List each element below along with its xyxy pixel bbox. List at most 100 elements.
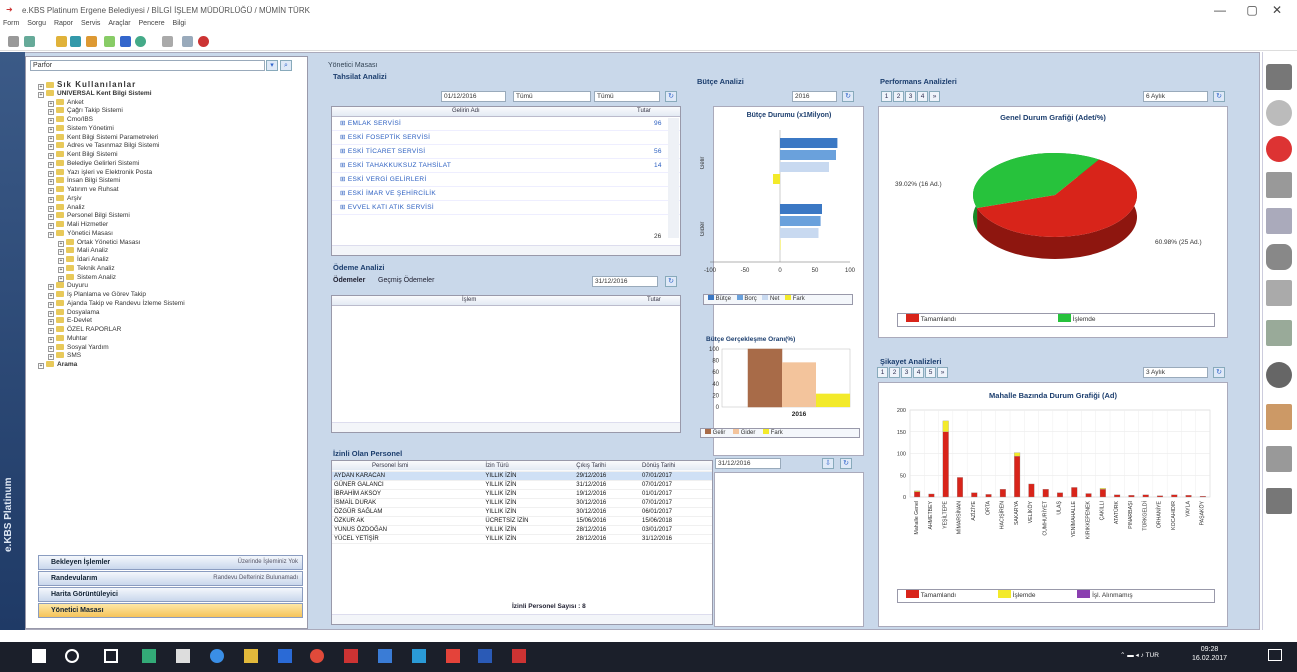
- complaint-period-select[interactable]: 3 Aylık: [1143, 367, 1208, 378]
- outlook-icon[interactable]: [278, 649, 292, 663]
- tree-item[interactable]: + Yatırım ve Ruhsat: [38, 185, 308, 194]
- clock[interactable]: 09:28 16.02.2017: [1192, 645, 1227, 663]
- document-icon[interactable]: [1266, 208, 1292, 234]
- tab-past-payments[interactable]: Geçmiş Ödemeler: [378, 277, 434, 284]
- toolbar-icon[interactable]: [162, 36, 173, 47]
- table-row[interactable]: ÖZKUR AK ÜCRETSİZ İZİN 15/06/2016 15/06/201…: [332, 516, 712, 526]
- word-icon[interactable]: [478, 649, 492, 663]
- explorer-icon[interactable]: [244, 649, 258, 663]
- tree-item[interactable]: + Dosyalama: [38, 308, 308, 317]
- tree-item[interactable]: + Arama: [38, 360, 308, 369]
- tree-item[interactable]: + Sistem Analiz: [38, 273, 308, 282]
- tree-item[interactable]: + Ajanda Takip ve Randevu İzleme Sistemi: [38, 299, 308, 308]
- tree-item[interactable]: + Mali Analiz: [38, 246, 308, 256]
- horizontal-scrollbar[interactable]: [332, 245, 680, 255]
- tree-item[interactable]: + Çağrı Takip Sistemi: [38, 106, 308, 116]
- stop-icon[interactable]: [198, 36, 209, 47]
- grid-row[interactable]: ⊞ ESKİ TAHAKKUKSUZ TAHSİLAT 14: [332, 159, 680, 173]
- tree-item[interactable]: + Yazı işleri ve Elektronik Posta: [38, 168, 308, 177]
- globe-icon[interactable]: [135, 36, 146, 47]
- page-button[interactable]: 5: [925, 367, 936, 378]
- page-button[interactable]: 4: [917, 91, 928, 102]
- collection-type-select[interactable]: Tümü: [594, 91, 660, 102]
- refresh-icon[interactable]: ↻: [842, 91, 854, 102]
- minimize-button[interactable]: —: [1205, 2, 1235, 18]
- user-icon[interactable]: [1266, 488, 1292, 514]
- calendar-panel[interactable]: [714, 472, 864, 627]
- shopping-bag-icon[interactable]: [176, 649, 190, 663]
- toolbar-icon[interactable]: [24, 36, 35, 47]
- page-button[interactable]: 3: [901, 367, 912, 378]
- page-button[interactable]: 3: [905, 91, 916, 102]
- tree-item[interactable]: + UNIVERSAL Kent Bilgi Sistemi: [38, 89, 308, 98]
- notification-icon[interactable]: [1268, 649, 1282, 661]
- grid-row[interactable]: ⊞ ESKİ VERGİ GELİRLERİ: [332, 173, 680, 187]
- page-next-button[interactable]: »: [929, 91, 940, 102]
- accordion-map-viewer[interactable]: Harita Görüntüleyici: [38, 587, 303, 602]
- menu-sorgu[interactable]: Sorgu: [27, 20, 46, 27]
- people-icon[interactable]: [1266, 244, 1292, 270]
- tree-item[interactable]: + Teknik Analiz: [38, 264, 308, 273]
- refresh-icon[interactable]: ↻: [1213, 367, 1225, 378]
- tree-item[interactable]: + Belediye Gelirleri Sistemi: [38, 159, 308, 168]
- tree-item[interactable]: + Arşiv: [38, 194, 308, 203]
- refresh-icon[interactable]: ↻: [1213, 91, 1225, 102]
- collection-date-picker[interactable]: 01/12/2016: [441, 91, 506, 102]
- keyboard-icon[interactable]: [1266, 172, 1292, 198]
- refresh-icon[interactable]: ↻: [665, 91, 677, 102]
- app-icon[interactable]: [344, 649, 358, 663]
- gear-icon[interactable]: [1266, 362, 1292, 388]
- grid-row[interactable]: ⊞ ESKİ FOSEPTİK SERVİSİ: [332, 131, 680, 145]
- toolbar-icon[interactable]: [104, 36, 115, 47]
- toolbar-icon[interactable]: [8, 36, 19, 47]
- page-button[interactable]: 1: [877, 367, 888, 378]
- expand-icon[interactable]: ⊞: [340, 162, 348, 169]
- app-icon[interactable]: [446, 649, 460, 663]
- grid-row[interactable]: ⊞ EMLAK SERVİSİ 96: [332, 117, 680, 131]
- tree-item[interactable]: + Sistem Yönetimi: [38, 124, 308, 133]
- filter-dropdown-button[interactable]: ▾: [266, 60, 278, 71]
- accordion-executive-desk[interactable]: Yönetici Masası: [38, 603, 303, 618]
- budget-year-select[interactable]: 2016: [792, 91, 837, 102]
- page-button[interactable]: 2: [889, 367, 900, 378]
- tree-item[interactable]: + Yönetici Masası: [38, 229, 308, 238]
- refresh-icon[interactable]: ↻: [840, 458, 852, 469]
- page-button[interactable]: 4: [913, 367, 924, 378]
- tree-item[interactable]: + Kent Bilgi Sistemi: [38, 150, 308, 159]
- vertical-scrollbar[interactable]: [668, 118, 679, 238]
- folder-icon[interactable]: [56, 36, 67, 47]
- tree-item[interactable]: + İdari Analiz: [38, 255, 308, 264]
- windows-start-icon[interactable]: [32, 649, 46, 663]
- menu-bilgi[interactable]: Bilgi: [173, 20, 186, 27]
- tree-item[interactable]: + Sosyal Yardım: [38, 343, 308, 352]
- expand-icon[interactable]: ⊞: [340, 176, 348, 183]
- tab-payments[interactable]: Ödemeler: [333, 277, 365, 284]
- chart-icon[interactable]: [1266, 320, 1292, 346]
- table-row[interactable]: ÖZGÜR SAĞLAM YILLIK İZİN 30/12/2016 06/01/2…: [332, 507, 712, 517]
- payment-date-picker[interactable]: 31/12/2016: [592, 276, 658, 287]
- globe-icon[interactable]: [1266, 136, 1292, 162]
- accordion-appointments[interactable]: Randevularım Randevu Defteriniz Bulunama…: [38, 571, 303, 586]
- tree-item[interactable]: + Kent Bilgi Sistemi Parametreleri: [38, 133, 308, 142]
- help-icon[interactable]: [120, 36, 131, 47]
- collection-period-select[interactable]: Tümü: [513, 91, 591, 102]
- table-row[interactable]: AYDAN KARACAN YILLIK İZİN 29/12/2016 07/01/…: [332, 471, 712, 481]
- search-icon[interactable]: [65, 649, 79, 663]
- language-indicator[interactable]: TUR: [1146, 652, 1159, 659]
- page-next-button[interactable]: »: [937, 367, 948, 378]
- tree-item[interactable]: + İnsan Bilgi Sistemi: [38, 176, 308, 186]
- notepad-icon[interactable]: [1266, 404, 1292, 430]
- store-icon[interactable]: [142, 649, 156, 663]
- expand-icon[interactable]: ⊞: [340, 134, 348, 141]
- close-button[interactable]: ✕: [1262, 2, 1292, 18]
- menu-araclar[interactable]: Araçlar: [108, 20, 130, 27]
- menu-pencere[interactable]: Pencere: [139, 20, 165, 27]
- tree-item[interactable]: + E-Devlet: [38, 316, 308, 326]
- expand-icon[interactable]: +: [38, 363, 44, 369]
- menu-rapor[interactable]: Rapor: [54, 20, 73, 27]
- tree-filter-input[interactable]: Parfor: [30, 60, 265, 71]
- grid-row[interactable]: ⊞ ESKİ İMAR VE ŞEHİRCİLİK: [332, 187, 680, 201]
- horizontal-scrollbar[interactable]: [332, 422, 680, 432]
- refresh-icon[interactable]: ↻: [665, 276, 677, 287]
- tree-item[interactable]: + Adres ve Tasınmaz Bilgi Sistemi: [38, 141, 308, 151]
